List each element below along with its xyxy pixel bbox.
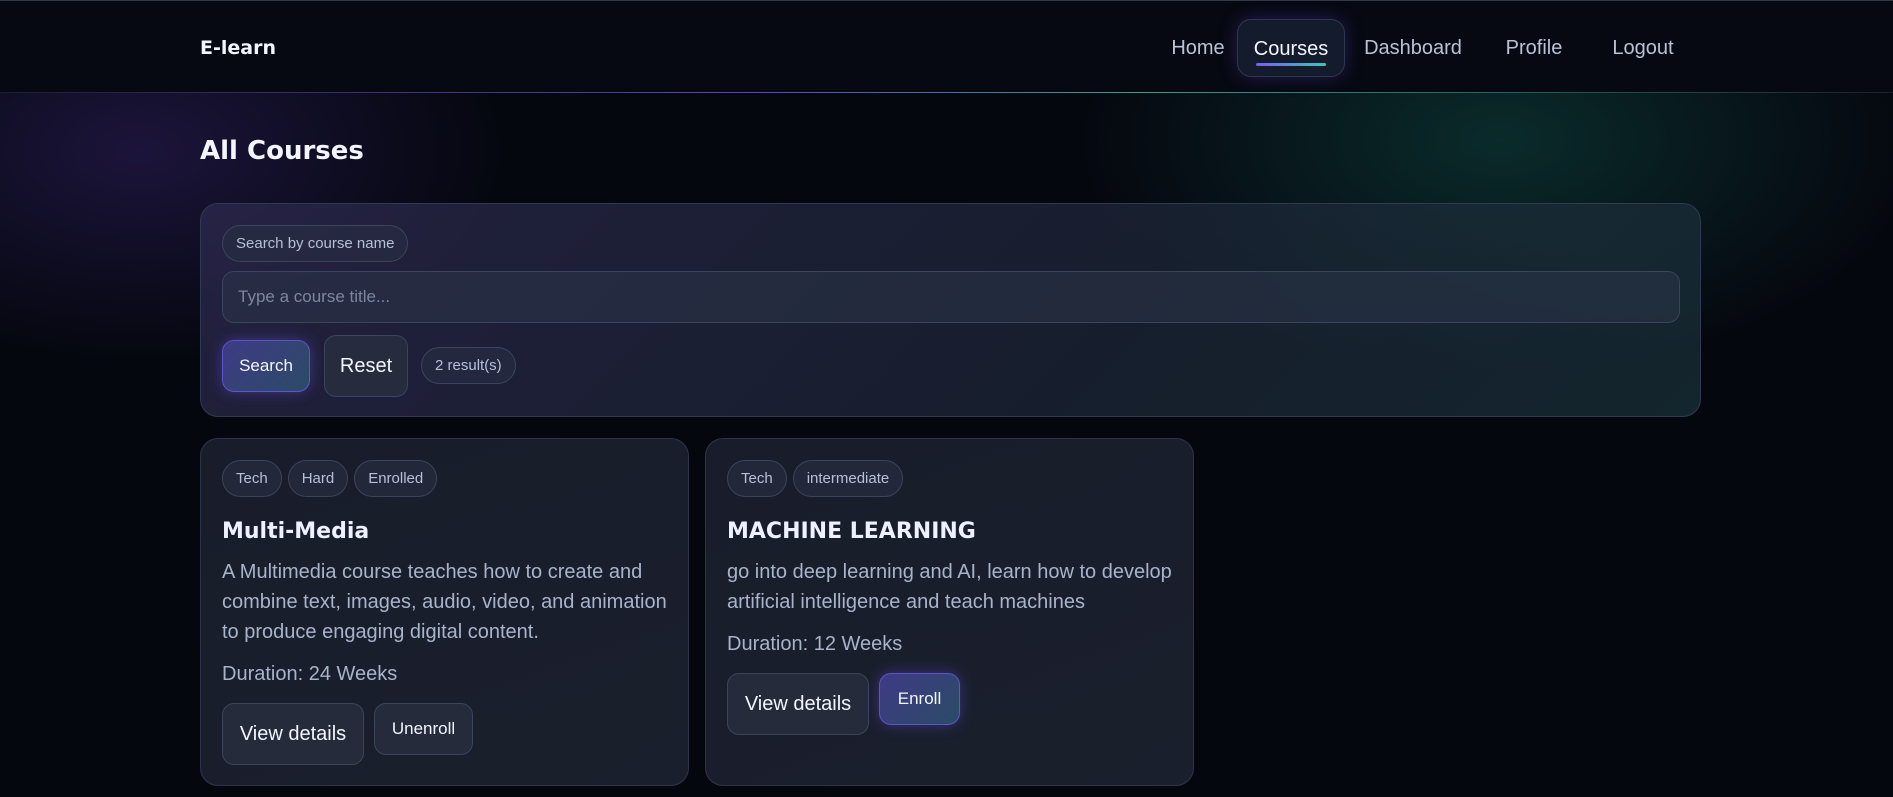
brand-logo[interactable]: E-learn — [200, 37, 276, 59]
course-card-multimedia: Tech Hard Enrolled Multi-Media A Multimedi… — [200, 438, 689, 786]
tag-status: Enrolled — [354, 460, 438, 497]
course-card-machine-learning: Tech intermediate MACHINE LEARNING go int… — [705, 438, 1194, 786]
course-title: Multi-Media — [222, 519, 370, 544]
tag-category: Tech — [727, 460, 787, 497]
course-tags: Tech intermediate — [727, 460, 909, 497]
top-navbar: E-learn Home Courses Dashboard Profile L… — [0, 0, 1893, 93]
course-description: A Multimedia course teaches how to creat… — [222, 561, 667, 643]
nav-item-logout[interactable]: Logout — [1593, 19, 1693, 77]
page-title: All Courses — [200, 136, 364, 166]
nav-item-courses[interactable]: Courses — [1237, 19, 1345, 77]
tag-difficulty: Hard — [287, 460, 349, 497]
search-panel: Search by course name Search Reset 2 res… — [200, 203, 1701, 417]
reset-button[interactable]: Reset — [324, 335, 408, 397]
course-title: MACHINE LEARNING — [727, 519, 976, 544]
enroll-button[interactable]: Enroll — [879, 673, 960, 725]
nav-item-dashboard[interactable]: Dashboard — [1353, 19, 1473, 77]
view-details-button[interactable]: View details — [727, 673, 869, 735]
nav-item-profile[interactable]: Profile — [1489, 19, 1579, 77]
tag-difficulty: intermediate — [792, 460, 904, 497]
course-duration: Duration: 12 Weeks — [727, 633, 903, 655]
view-details-button[interactable]: View details — [222, 703, 364, 765]
search-button[interactable]: Search — [222, 340, 310, 392]
active-tab-indicator — [1256, 63, 1326, 66]
course-duration: Duration: 24 Weeks — [222, 663, 398, 685]
search-label: Search by course name — [222, 225, 409, 262]
search-input[interactable] — [222, 271, 1680, 323]
tag-category: Tech — [222, 460, 282, 497]
course-tags: Tech Hard Enrolled — [222, 460, 443, 497]
nav-item-courses-label: Courses — [1253, 38, 1329, 60]
unenroll-button[interactable]: Unenroll — [374, 703, 473, 755]
course-description: go into deep learning and AI, learn how … — [727, 561, 1172, 613]
results-count-badge: 2 result(s) — [421, 347, 516, 384]
